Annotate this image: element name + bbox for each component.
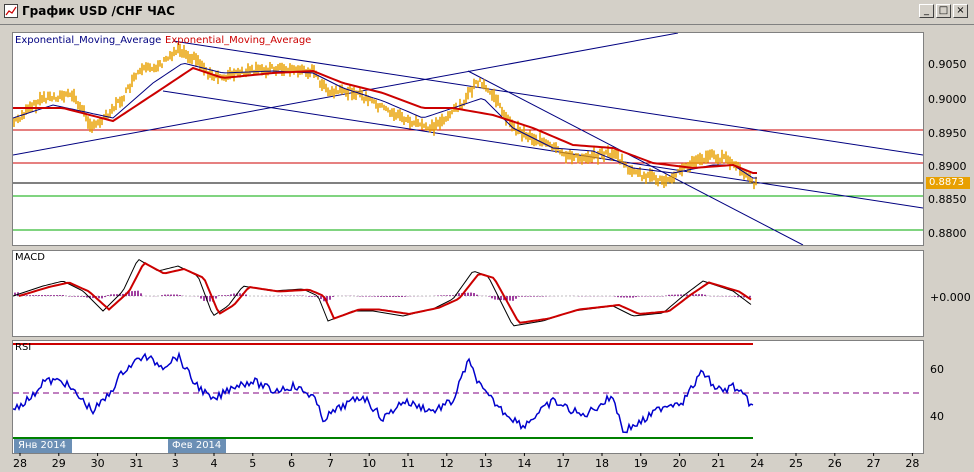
price-tick: 0.9050 (928, 58, 967, 71)
rsi-axis-tick: 40 (930, 410, 944, 423)
date-tick-label: 26 (828, 457, 842, 470)
price-chart[interactable] (13, 33, 923, 245)
month-label-jan: Янв 2014 (14, 439, 72, 453)
window-title: График USD /CHF ЧАС (22, 4, 175, 18)
rsi-axis-tick: 60 (930, 363, 944, 376)
title-bar[interactable]: График USD /CHF ЧАС _ □ × (0, 0, 974, 25)
date-tick-label: 7 (327, 457, 334, 470)
date-tick-label: 28 (13, 457, 27, 470)
trend-line (172, 40, 923, 156)
date-tick-label: 12 (440, 457, 454, 470)
date-tick-label: 3 (172, 457, 179, 470)
date-tick-label: 31 (129, 457, 143, 470)
ema-slow-label: Exponential_Moving_Average (165, 35, 312, 46)
chart-icon (4, 4, 18, 18)
ema-fast-label: Exponential_Moving_Average (15, 35, 162, 46)
price-tick: 0.9000 (928, 93, 967, 106)
minimize-button[interactable]: _ (919, 4, 934, 18)
date-tick-label: 30 (91, 457, 105, 470)
date-tick-label: 20 (673, 457, 687, 470)
price-tick: 0.8950 (928, 127, 967, 140)
current-price-label: 0.8873 (929, 177, 964, 188)
close-button[interactable]: × (953, 4, 968, 18)
date-tick-label: 6 (288, 457, 295, 470)
date-tick-label: 11 (401, 457, 415, 470)
date-tick-label: 27 (867, 457, 881, 470)
macd-label: MACD (15, 252, 45, 263)
macd-axis-tick: +0.000 (930, 291, 971, 304)
date-tick-label: 17 (556, 457, 570, 470)
trend-line (467, 70, 804, 245)
month-label-text: Фев 2014 (172, 440, 222, 451)
date-tick-label: 13 (479, 457, 493, 470)
price-tick: 0.8850 (928, 193, 967, 206)
price-tick: 0.8800 (928, 227, 967, 240)
date-axis: 28 29 30 31 3 4 5 6 7 10 11 12 13 14 17 18 19 20 21 24 25 26 2… (13, 453, 919, 470)
macd-line (13, 258, 752, 327)
macd-chart[interactable] (13, 251, 923, 336)
price-tick: 0.8900 (928, 160, 967, 173)
date-tick-label: 25 (789, 457, 803, 470)
month-label-text: Янв 2014 (18, 440, 67, 451)
price-axis: 0.9050 0.9000 0.8950 0.8900 0.8850 0.880… (928, 58, 967, 240)
current-price-tag: 0.8873 (926, 177, 970, 189)
date-tick-label: 21 (711, 457, 725, 470)
date-tick-label: 29 (52, 457, 66, 470)
trend-line (162, 90, 923, 209)
date-tick-label: 24 (750, 457, 764, 470)
date-tick-label: 14 (517, 457, 531, 470)
maximize-button[interactable]: □ (936, 4, 951, 18)
rsi-chart[interactable] (13, 341, 923, 453)
month-label-feb: Фев 2014 (168, 439, 226, 453)
date-tick-label: 10 (362, 457, 376, 470)
date-tick-label: 28 (905, 457, 919, 470)
date-tick-label: 4 (211, 457, 218, 470)
date-tick-label: 18 (595, 457, 609, 470)
chart-window: График USD /CHF ЧАС _ □ × 0.9050 0.9000 … (0, 0, 974, 472)
date-tick-label: 19 (634, 457, 648, 470)
ema-slow-line (13, 66, 757, 174)
date-tick-label: 5 (249, 457, 256, 470)
window-controls: _ □ × (919, 4, 968, 18)
rsi-label: RSI (15, 342, 32, 353)
